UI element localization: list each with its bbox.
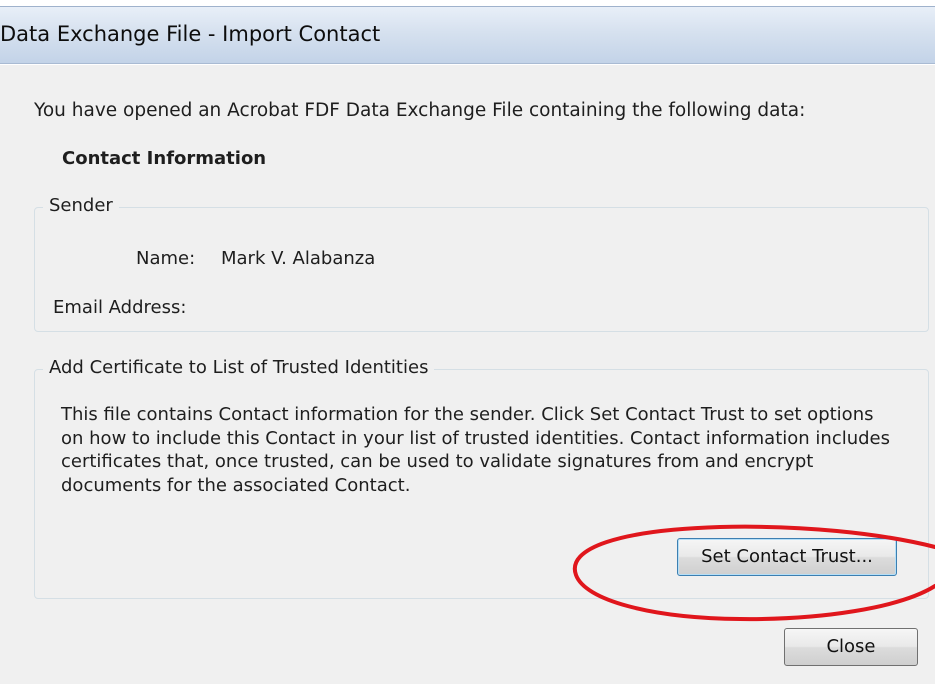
window-title: Data Exchange File - Import Contact xyxy=(0,22,381,46)
trusted-identities-legend: Add Certificate to List of Trusted Ident… xyxy=(43,357,435,378)
sender-legend: Sender xyxy=(43,195,119,216)
email-address-label: Email Address: xyxy=(53,297,187,318)
contact-information-heading: Contact Information xyxy=(62,148,267,169)
sender-groupbox: Sender Name: Mark V. Alabanza Email Addr… xyxy=(34,195,929,332)
import-contact-dialog: You have opened an Acrobat FDF Data Exch… xyxy=(0,65,935,684)
close-button[interactable]: Close xyxy=(784,628,918,666)
name-label: Name: xyxy=(136,248,196,269)
intro-text: You have opened an Acrobat FDF Data Exch… xyxy=(34,100,806,121)
certificate-description: This file contains Contact information f… xyxy=(61,404,891,496)
window-titlebar[interactable]: Data Exchange File - Import Contact xyxy=(0,6,935,64)
set-contact-trust-button[interactable]: Set Contact Trust... xyxy=(677,538,897,576)
name-value: Mark V. Alabanza xyxy=(221,248,376,269)
